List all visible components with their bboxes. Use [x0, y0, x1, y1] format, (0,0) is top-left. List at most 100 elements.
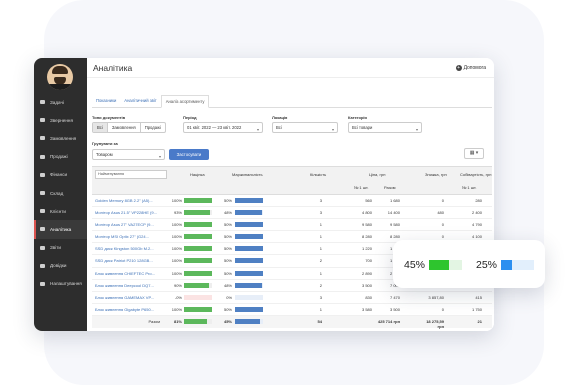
margin-value: 50%: [223, 198, 232, 203]
product-name[interactable]: Golden Memory 8GB 2.2" (A5)...: [95, 198, 163, 203]
sidebar-item-1[interactable]: Звернення: [34, 111, 87, 129]
markup-bar: [184, 246, 212, 252]
location-value: Всі: [276, 125, 282, 130]
price-value: 3 500: [361, 282, 372, 288]
total-value: 1 680: [389, 198, 400, 203]
doc-type-orders[interactable]: Замовлення: [108, 123, 141, 132]
discount-value: 480: [437, 210, 444, 216]
table-total-row: Разом 81% 45% 54 425 714 грн 18 275,59 грн 21: [92, 315, 492, 329]
col-markup-header[interactable]: Націнка: [190, 172, 205, 177]
product-name[interactable]: Блок живлення GAMEMAX VP...: [95, 295, 163, 300]
product-name[interactable]: Монітор Asus 27" VA27ECP (9...: [95, 222, 163, 227]
location-label: Локація: [272, 115, 288, 120]
sidebar-item-10[interactable]: Налаштування: [34, 275, 87, 293]
doc-type-sales[interactable]: Продажі: [141, 123, 165, 132]
product-name: Разом: [148, 318, 160, 324]
qty-value: 2: [319, 258, 322, 264]
cost-value: 4 100: [471, 234, 482, 240]
price-value: 560: [365, 198, 372, 203]
markup-bar: [184, 270, 212, 276]
sidebar-item-label: Задачі: [50, 99, 64, 105]
doc-type-all[interactable]: Всі: [93, 123, 108, 132]
markup-value: 93%: [173, 210, 182, 216]
table-header: Найменування Націнка Маржинальність Кіль…: [92, 166, 492, 195]
sidebar-item-4[interactable]: Фінанси: [34, 166, 87, 184]
group-by-select[interactable]: Товаром ▾: [92, 149, 165, 160]
col-cost-header[interactable]: Собівартість, грн: [460, 172, 492, 177]
category-select[interactable]: Всі товари ▾: [348, 122, 422, 133]
col-margin-header[interactable]: Маржинальність: [232, 172, 263, 177]
sidebar-item-8[interactable]: Звіти: [34, 239, 87, 257]
help-button[interactable]: + Допомога: [455, 64, 486, 71]
col-price-per-header[interactable]: № 1 шт.: [354, 185, 368, 190]
sidebar-item-7[interactable]: Аналітика: [34, 220, 87, 239]
sidebar: Задачі Звернення Замовлення Продажі Фінанси С…: [34, 58, 87, 331]
apply-button[interactable]: Застосувати: [169, 149, 209, 160]
product-name[interactable]: Блок живлення Gigabyte P650...: [95, 307, 163, 312]
total-value: 9 580: [389, 222, 400, 228]
product-name[interactable]: Блок живлення CHIEFTEC Pro...: [95, 271, 163, 276]
period-label: Період: [183, 115, 197, 120]
sidebar-item-label: Налаштування: [50, 281, 82, 287]
sidebar-item-3[interactable]: Продажі: [34, 148, 87, 166]
chevron-down-icon: ▾: [331, 127, 334, 132]
margin-bar: [235, 282, 263, 288]
warehouse-icon: [39, 190, 46, 196]
col-cost-per-header[interactable]: № 1 шт.: [462, 185, 476, 190]
margin-value: 50%: [223, 270, 232, 276]
discount-value: 0: [441, 198, 444, 203]
sidebar-item-6[interactable]: Клієнти: [34, 202, 87, 220]
price-value: 700: [365, 258, 372, 264]
sidebar-item-2[interactable]: Замовлення: [34, 129, 87, 147]
tab-analytic-report[interactable]: Аналітичний звіт: [120, 95, 160, 107]
tab-indicators[interactable]: Показники: [92, 95, 120, 107]
product-name[interactable]: SSD диск Patriot P210 128GB...: [95, 258, 163, 263]
sidebar-item-label: Фінанси: [50, 172, 68, 178]
location-select[interactable]: Всі ▾: [272, 122, 338, 133]
qty-value: 1: [319, 246, 322, 252]
margin-bar: [235, 270, 263, 276]
margin-bar: [235, 234, 263, 240]
col-price-header[interactable]: Ціна, грн: [369, 172, 385, 177]
avatar[interactable]: [47, 64, 73, 90]
product-name[interactable]: SSD диск Kingston 500Gb M.2...: [95, 246, 163, 251]
total-value: 425 714 грн: [377, 318, 400, 324]
sidebar-item-0[interactable]: Задачі: [34, 93, 87, 111]
col-discount-header[interactable]: Знижка, грн: [425, 172, 447, 177]
product-name[interactable]: Монітор MSI Optix 27" (G24...: [95, 234, 163, 239]
table-row: Блок живлення Gigabyte P650... 100% 50% 1 3 …: [92, 304, 492, 316]
margin-summary-value: 25%: [476, 259, 498, 271]
name-column-filter[interactable]: Найменування: [95, 170, 167, 179]
markup-value: 100%: [171, 306, 182, 312]
sidebar-item-5[interactable]: Склад: [34, 184, 87, 202]
tab-assortment-analysis[interactable]: Аналіз асортименту: [160, 95, 210, 108]
discount-value: 18 275,59 грн: [426, 318, 444, 329]
product-name[interactable]: Блок живлення Deepcool DQ7...: [95, 283, 163, 288]
markup-bar: [184, 258, 212, 264]
column-settings-button[interactable]: ▦ ▾: [464, 148, 484, 159]
product-name[interactable]: Монітор Asus 21.5" VP228HE (9...: [95, 210, 163, 215]
total-value: 7 470: [389, 294, 400, 300]
cost-value: 415: [475, 294, 482, 300]
markup-bar: [184, 210, 212, 216]
category-label: Категорія: [348, 115, 367, 120]
settings-icon: [39, 281, 46, 287]
col-qty-header[interactable]: Кількість: [310, 172, 326, 177]
col-price-total-header[interactable]: Разом: [384, 185, 395, 190]
sidebar-item-9[interactable]: Довідки: [34, 257, 87, 275]
cost-value: 2 400: [471, 210, 482, 216]
margin-bar: [235, 222, 263, 228]
sidebar-item-label: Замовлення: [50, 135, 77, 141]
total-value: 8 280: [389, 234, 400, 240]
total-value: 14 400: [387, 210, 400, 216]
qty-value: 1: [319, 234, 322, 240]
reference-icon: [39, 263, 46, 269]
margin-value: 50%: [223, 234, 232, 240]
qty-value: 1: [319, 306, 322, 312]
inbox-icon: [39, 117, 46, 123]
sidebar-nav: Задачі Звернення Замовлення Продажі Фінанси С…: [34, 93, 87, 293]
cost-value: 1 750: [471, 306, 482, 312]
table-row: Блок живлення GAMEMAX VP... -0% 0% 3 830 7 47…: [92, 292, 492, 304]
period-picker[interactable]: 01 квіт. 2022 — 23 квіт. 2022 ▾: [183, 122, 263, 133]
margin-bar: [235, 318, 263, 324]
